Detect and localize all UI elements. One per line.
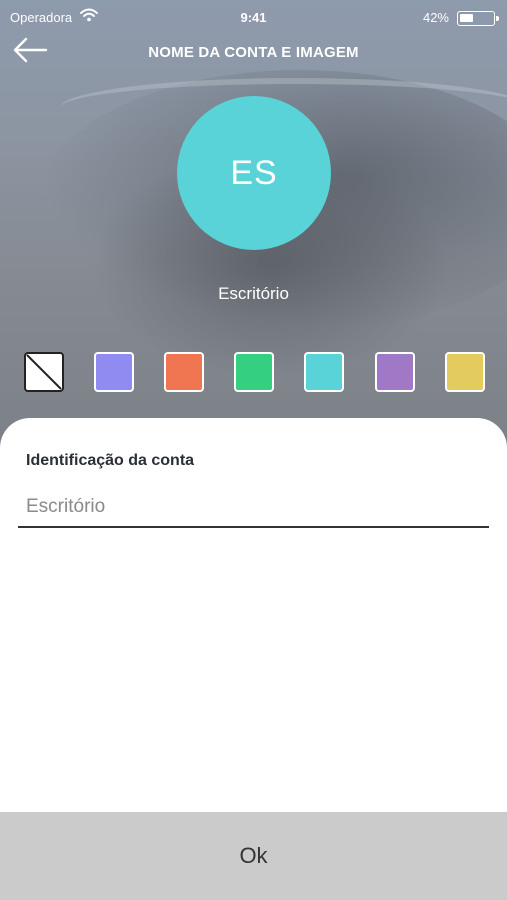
account-id-label: Identificação da conta bbox=[26, 452, 195, 469]
account-name: Escritório bbox=[218, 284, 289, 303]
form-sheet: Identificação da conta bbox=[0, 418, 507, 818]
swatch-turquoise[interactable] bbox=[304, 352, 344, 392]
swatch-coral[interactable] bbox=[164, 352, 204, 392]
swatch-lavender[interactable] bbox=[375, 352, 415, 392]
battery-icon bbox=[457, 11, 499, 26]
nav-bar: NOME DA CONTA E IMAGEM bbox=[0, 36, 507, 72]
avatar[interactable]: ES bbox=[177, 96, 331, 250]
swatch-periwinkle[interactable] bbox=[94, 352, 134, 392]
avatar-initials: ES bbox=[230, 153, 278, 192]
no-color-icon bbox=[26, 354, 62, 390]
account-name-input[interactable] bbox=[18, 488, 489, 528]
ok-button[interactable]: Ok bbox=[0, 812, 507, 900]
status-bar: Operadora 9:41 42% bbox=[0, 0, 507, 36]
battery-level bbox=[460, 14, 473, 22]
swatch-none[interactable] bbox=[24, 352, 64, 392]
swatch-mustard[interactable] bbox=[445, 352, 485, 392]
battery-percent: 42% bbox=[422, 10, 449, 25]
swatch-green[interactable] bbox=[234, 352, 274, 392]
color-palette bbox=[0, 352, 507, 394]
page-title: NOME DA CONTA E IMAGEM bbox=[148, 44, 359, 61]
